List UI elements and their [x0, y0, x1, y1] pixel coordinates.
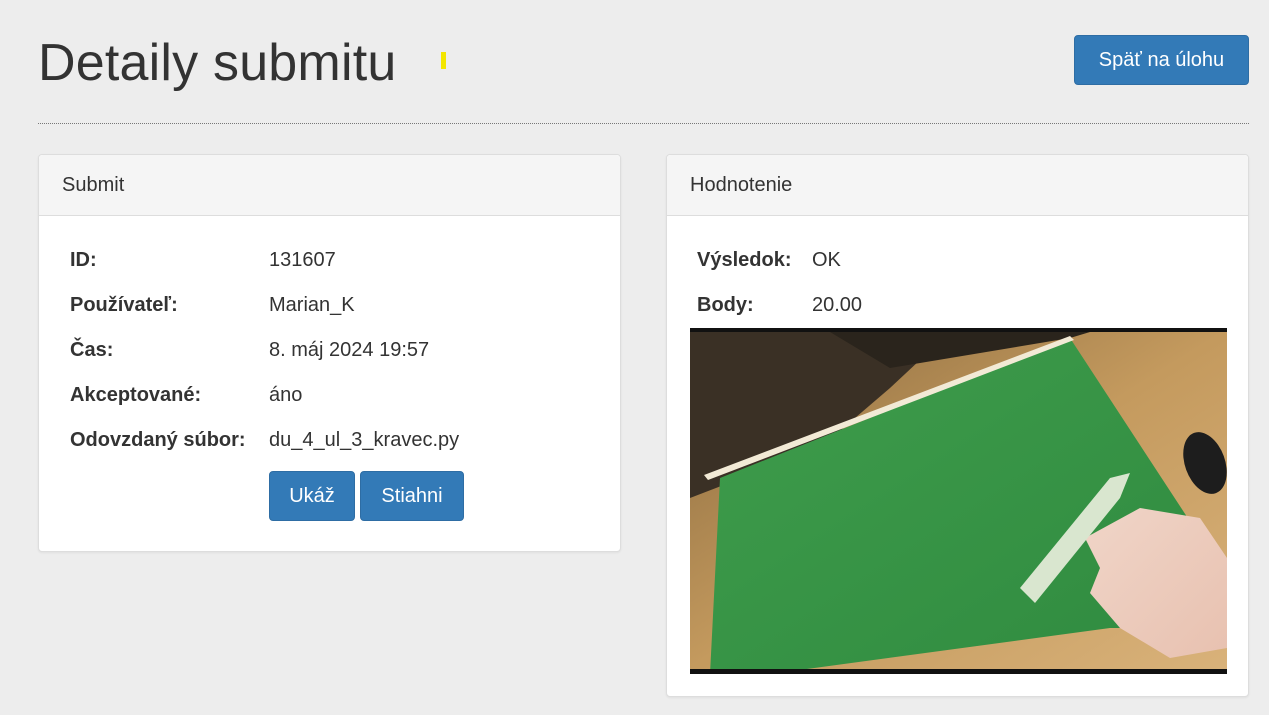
animation-frame	[690, 328, 1227, 674]
evaluation-panel-heading: Hodnotenie	[667, 155, 1248, 216]
points-label: Body:	[697, 294, 754, 316]
id-value: 131607	[269, 249, 336, 271]
id-label: ID:	[70, 249, 97, 271]
evaluation-panel: Hodnotenie Výsledok: OK Body: 20.00	[666, 154, 1249, 697]
time-label: Čas:	[70, 339, 114, 361]
submit-panel: Submit ID: 131607 Používateľ: Marian_K Č…	[38, 154, 621, 552]
file-label: Odovzdaný súbor:	[70, 429, 246, 451]
file-value: du_4_ul_3_kravec.py	[269, 429, 460, 451]
result-label: Výsledok:	[697, 249, 792, 271]
yellow-marker	[441, 52, 446, 69]
result-animation-image	[690, 328, 1227, 674]
time-value: 8. máj 2024 19:57	[269, 339, 430, 361]
back-to-task-button[interactable]: Späť na úlohu	[1074, 35, 1249, 85]
submit-panel-heading: Submit	[39, 155, 620, 216]
download-file-button[interactable]: Stiahni	[360, 471, 464, 521]
show-file-button[interactable]: Ukáž	[269, 471, 355, 521]
page-title: Detaily submitu	[38, 34, 397, 92]
points-value: 20.00	[812, 294, 863, 316]
accepted-label: Akceptované:	[70, 384, 202, 406]
accepted-value: áno	[269, 384, 303, 406]
user-label: Používateľ:	[70, 294, 178, 316]
result-value: OK	[812, 249, 841, 271]
user-value: Marian_K	[269, 294, 355, 316]
header-divider	[38, 123, 1249, 124]
